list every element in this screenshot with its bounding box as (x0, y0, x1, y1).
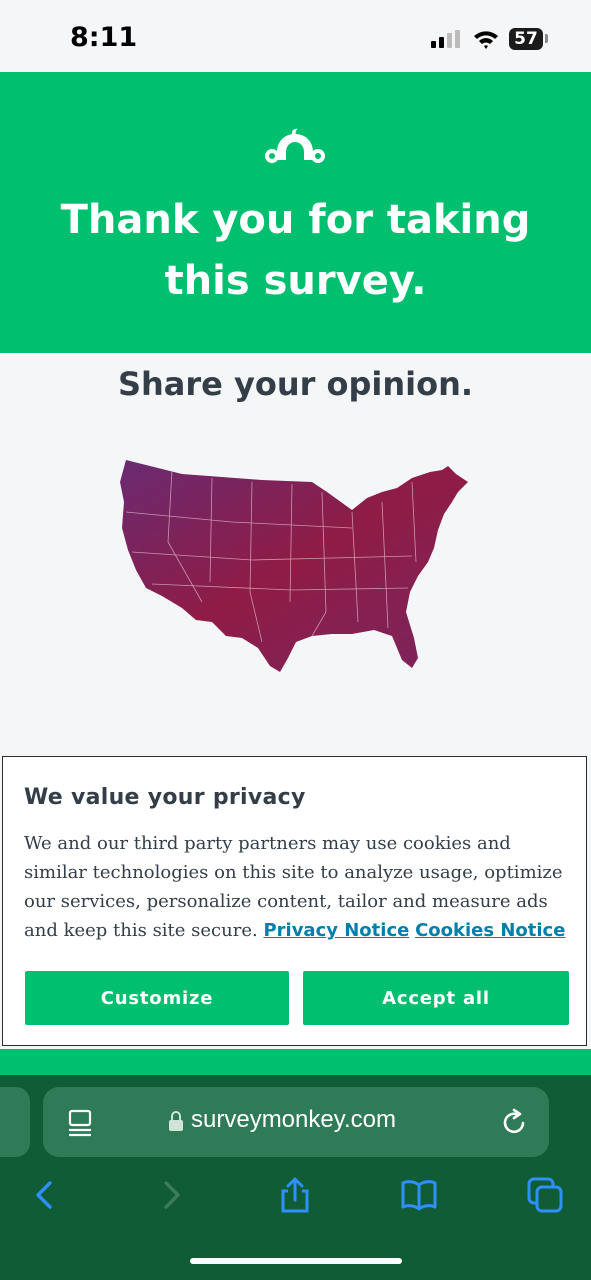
url-domain[interactable]: surveymonkey.com (191, 1106, 396, 1134)
lock-icon (169, 1111, 183, 1131)
privacy-banner-title: We value your privacy (24, 785, 306, 810)
home-indicator[interactable] (190, 1258, 402, 1264)
share-icon[interactable] (277, 1177, 313, 1213)
privacy-banner-body: We and our third party partners may use … (24, 829, 569, 945)
share-opinion-heading: Share your opinion. (117, 365, 474, 403)
status-time: 8:11 (70, 22, 138, 53)
accept-all-button[interactable]: Accept all (303, 971, 569, 1025)
previous-tab-preview[interactable] (0, 1087, 30, 1157)
page-footer-strip (0, 1049, 591, 1075)
back-icon[interactable] (26, 1177, 62, 1213)
battery-icon: 57 (509, 28, 543, 50)
thank-you-title: Thank you for taking this survey. (60, 197, 531, 304)
battery-cap (545, 34, 548, 43)
cookies-notice-link[interactable]: Cookies Notice (415, 920, 565, 941)
reader-icon[interactable] (67, 1109, 93, 1137)
thank-you-banner: Thank you for taking this survey. (0, 72, 591, 353)
reload-icon[interactable] (501, 1108, 529, 1136)
bookmarks-icon[interactable] (401, 1177, 437, 1213)
privacy-banner: We value your privacy We and our third p… (2, 756, 587, 1046)
forward-icon[interactable] (154, 1177, 190, 1213)
customize-button[interactable]: Customize (25, 971, 289, 1025)
wifi-icon (474, 31, 498, 49)
status-bar: 8:11 57 (0, 0, 591, 72)
address-bar[interactable]: surveymonkey.com (43, 1087, 549, 1157)
cellular-signal-icon (431, 30, 465, 48)
surveymonkey-logo-icon (265, 128, 325, 163)
privacy-notice-link[interactable]: Privacy Notice (263, 920, 409, 941)
us-map-illustration (120, 460, 468, 672)
browser-toolbar: surveymonkey.com (0, 1075, 591, 1280)
tabs-icon[interactable] (527, 1177, 563, 1213)
